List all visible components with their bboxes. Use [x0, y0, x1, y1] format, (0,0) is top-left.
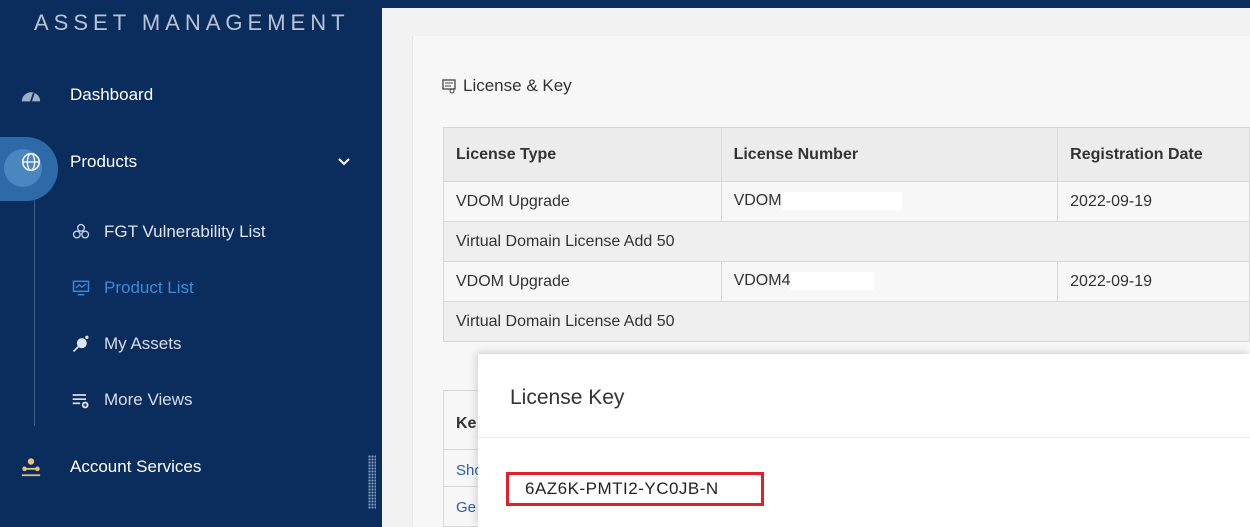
biohazard-icon	[70, 221, 92, 243]
license-table: License Type License Number Registration…	[443, 127, 1250, 342]
sub-item-label: My Assets	[104, 334, 182, 353]
brand-title: ASSET MANAGEMENT	[34, 10, 350, 35]
header-license-type: License Type	[443, 127, 722, 182]
cell-license-type: VDOM Upgrade	[443, 181, 722, 222]
cell-registration-date: 2022-09-19	[1057, 181, 1250, 222]
cell-description: Virtual Domain License Add 50	[443, 221, 1250, 262]
section-title: License & Key	[441, 76, 572, 96]
monitor-icon	[70, 277, 92, 299]
redaction-box	[790, 272, 875, 291]
nav-item-products[interactable]: Products	[0, 137, 382, 187]
nav-item-dashboard[interactable]: Dashboard	[0, 70, 382, 120]
cell-license-number: VDOM4	[720, 261, 1059, 302]
top-bar	[382, 0, 1250, 8]
header-license-number: License Number	[720, 127, 1059, 182]
nav-item-label: Dashboard	[70, 85, 154, 104]
modal-header: License Key	[478, 354, 1250, 438]
section-title-text: License & Key	[463, 76, 572, 95]
table-row: VDOM Upgrade VDOM 2022-09-19	[443, 181, 1250, 222]
cell-license-number: VDOM	[720, 181, 1059, 222]
satellite-icon	[70, 333, 92, 355]
cell-registration-date: 2022-09-19	[1057, 261, 1250, 302]
license-icon	[442, 79, 456, 94]
cell-description: Virtual Domain License Add 50	[443, 301, 1250, 342]
redaction-box	[781, 192, 902, 211]
sub-item-label: Product List	[104, 278, 194, 297]
sidebar-item-product-list[interactable]: Product List	[70, 268, 194, 308]
table-row-description: Virtual Domain License Add 50	[443, 221, 1250, 262]
table-row: VDOM Upgrade VDOM4 2022-09-19	[443, 261, 1250, 302]
users-icon	[14, 450, 48, 484]
table-row-description: Virtual Domain License Add 50	[443, 301, 1250, 342]
chevron-down-icon[interactable]	[336, 154, 352, 170]
sidebar-item-vulnerability-list[interactable]: FGT Vulnerability List	[70, 212, 266, 252]
tree-line	[34, 200, 35, 426]
license-key-value[interactable]: 6AZ6K-PMTI2-YC0JB-N	[506, 472, 764, 506]
sidebar: ASSET MANAGEMENT Dashboard Products FGT …	[0, 0, 382, 527]
keys-table-header: Ke	[456, 415, 477, 432]
gauge-icon	[14, 78, 48, 112]
nav-item-label: Account Services	[70, 457, 202, 476]
sidebar-resize-handle[interactable]	[368, 455, 376, 509]
sidebar-item-more-views[interactable]: More Views	[70, 380, 193, 420]
sub-item-label: More Views	[104, 390, 193, 409]
get-key-link[interactable]: Ge	[456, 499, 476, 516]
list-add-icon	[70, 389, 92, 411]
nav-item-account-services[interactable]: Account Services	[0, 442, 382, 492]
sub-item-label: FGT Vulnerability List	[104, 222, 266, 241]
header-registration-date: Registration Date	[1057, 127, 1250, 182]
sidebar-item-my-assets[interactable]: My Assets	[70, 324, 181, 364]
license-key-modal: License Key 6AZ6K-PMTI2-YC0JB-N	[478, 354, 1250, 527]
globe-icon	[14, 145, 48, 179]
modal-title: License Key	[510, 386, 625, 409]
cell-license-type: VDOM Upgrade	[443, 261, 722, 302]
nav-item-label: Products	[70, 152, 138, 171]
